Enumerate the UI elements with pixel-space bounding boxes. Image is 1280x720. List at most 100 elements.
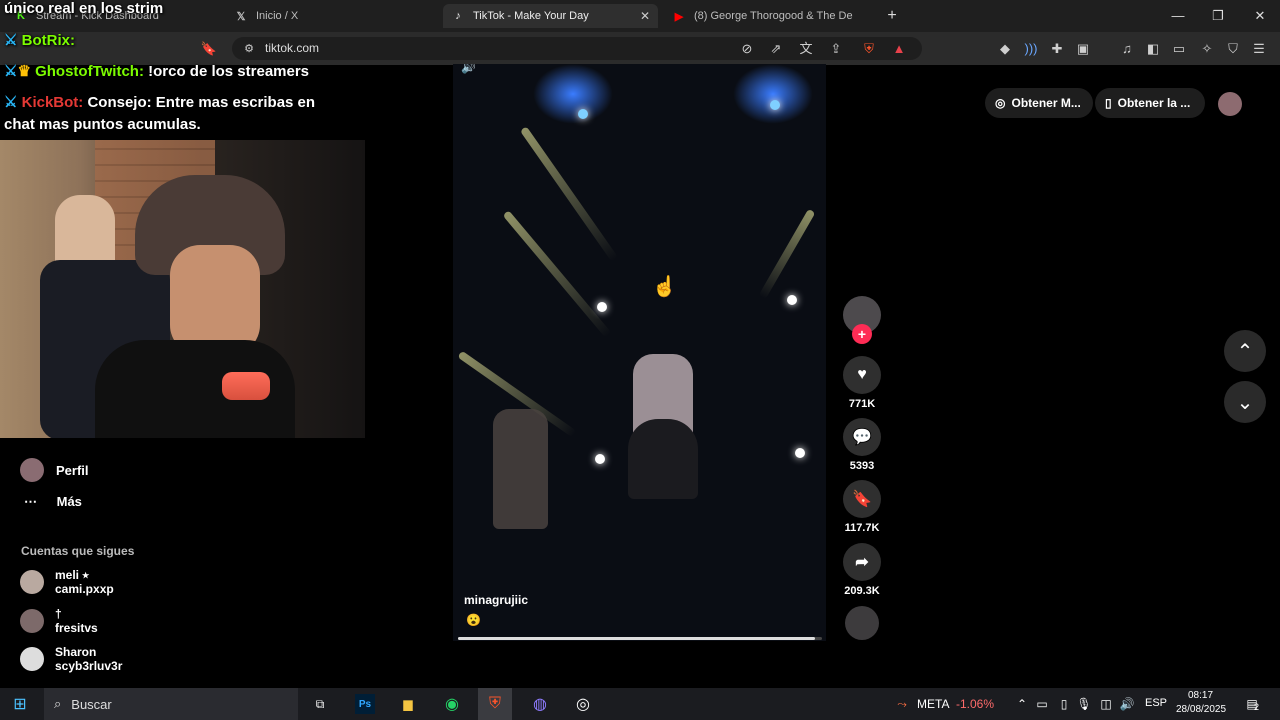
get-app-button[interactable]: ▯ Obtener la ...: [1095, 88, 1205, 118]
following-heading: Cuentas que sigues: [21, 544, 135, 558]
bookmark-icon[interactable]: 🔖: [200, 40, 218, 58]
chat-username: GhostofTwitch:: [35, 63, 144, 80]
volume-icon[interactable]: 🔊: [1117, 694, 1137, 714]
wifi-icon[interactable]: ◫: [1096, 694, 1116, 714]
sidebar-item-more[interactable]: ⋯ Más: [24, 494, 82, 510]
no-cast-icon[interactable]: ⊘: [738, 40, 756, 58]
windows-start-icon[interactable]: ⊞: [10, 694, 30, 714]
microphone: [222, 372, 270, 400]
webcam-overlay: [0, 140, 365, 438]
next-video-button[interactable]: ⌄: [1224, 381, 1266, 423]
battery-icon[interactable]: ▯: [1054, 694, 1074, 714]
sidebar-toggle-icon[interactable]: ◧: [1144, 40, 1162, 58]
share-button[interactable]: ➦ 209.3K: [842, 543, 882, 597]
button-label: Obtener M...: [1011, 96, 1081, 110]
chat-line: ⚔ KickBot: Consejo: Entre mas escribas e…: [4, 93, 315, 111]
brave-rewards-icon[interactable]: ▲: [890, 40, 908, 58]
tab-tiktok[interactable]: ♪ TikTok - Make Your Day ✕: [443, 4, 658, 28]
close-tab-icon[interactable]: ✕: [640, 9, 650, 23]
bookmark-icon: 🔖: [843, 480, 881, 518]
screenshot-icon[interactable]: ▣: [1074, 40, 1092, 58]
translate-icon[interactable]: 文: [797, 40, 815, 58]
site-info-icon[interactable]: ⚙: [240, 40, 258, 58]
obs-icon[interactable]: ◎: [573, 694, 593, 714]
like-count: 771K: [848, 398, 876, 410]
following-name: meli ⭒: [55, 568, 89, 582]
language-indicator[interactable]: ESP: [1145, 697, 1167, 709]
more-dots-icon: ⋯: [24, 494, 37, 509]
light-dot: [770, 100, 780, 110]
following-handle: fresitvs: [55, 621, 98, 635]
vpn-shield-icon[interactable]: ⛉: [1224, 40, 1242, 58]
brave-shield-icon[interactable]: ⛨: [860, 40, 878, 58]
brave-taskbar-icon[interactable]: ⛨: [478, 688, 512, 720]
stock-name: META: [917, 697, 950, 711]
stock-change: -1.06%: [956, 697, 995, 711]
sword-icon: ⚔: [4, 63, 18, 80]
new-tab-button[interactable]: +: [882, 6, 902, 26]
volume-icon[interactable]: 🔊: [461, 64, 476, 74]
comment-button[interactable]: 💬 5393: [842, 418, 882, 472]
music-disc[interactable]: [842, 606, 882, 644]
close-window-button[interactable]: ✕: [1250, 6, 1270, 26]
share-icon[interactable]: ⇪: [827, 40, 845, 58]
taskbar-search[interactable]: ⌕ Buscar: [44, 688, 298, 720]
clock-date[interactable]: 28/08/2025: [1176, 704, 1226, 715]
x-logo-icon: 𝕏: [236, 10, 246, 23]
ai-sparkle-icon[interactable]: ✧: [1198, 40, 1216, 58]
tab-youtube[interactable]: ▶ (8) George Thorogood & The De: [664, 4, 874, 28]
video-progress-track[interactable]: [458, 637, 822, 640]
chat-username: KickBot:: [21, 94, 84, 111]
video-player[interactable]: 🔊: [453, 64, 826, 641]
chevron-up-icon[interactable]: ⌃: [1012, 694, 1032, 714]
user-avatar[interactable]: [1218, 92, 1242, 116]
get-coins-button[interactable]: ◎ Obtener M...: [985, 88, 1093, 118]
save-button[interactable]: 🔖 117.7K: [842, 480, 882, 534]
video-author[interactable]: minagrujiic: [464, 593, 528, 607]
maximize-button[interactable]: ❐: [1208, 6, 1228, 26]
wallet-icon[interactable]: ▭: [1170, 40, 1188, 58]
dancer: [493, 409, 548, 529]
clock-time[interactable]: 08:17: [1188, 690, 1213, 701]
extensions-icon[interactable]: ✚: [1048, 40, 1066, 58]
discord-icon[interactable]: ◍: [530, 694, 550, 714]
minimize-button[interactable]: —: [1168, 6, 1188, 26]
light-dot: [795, 448, 805, 458]
chat-line: ⚔♛ GhostofTwitch: !orco de los streamers: [4, 62, 309, 80]
file-explorer-icon[interactable]: ▆: [398, 694, 418, 714]
streamer-face: [170, 245, 260, 355]
tab-x[interactable]: 𝕏 Inicio / X: [226, 4, 436, 28]
leo-icon[interactable]: ))): [1022, 40, 1040, 58]
microphone-icon[interactable]: 🎙: [1074, 694, 1094, 714]
avatar: [20, 647, 44, 671]
stage-light-blue: [733, 64, 813, 124]
sidebar-item-profile[interactable]: Perfil: [20, 458, 89, 482]
media-icon[interactable]: ♫: [1118, 40, 1136, 58]
author-avatar[interactable]: +: [842, 296, 882, 344]
whatsapp-icon[interactable]: ◉: [442, 694, 462, 714]
tab-label: Inicio / X: [256, 10, 299, 22]
menu-icon[interactable]: ☰: [1250, 40, 1268, 58]
browser-toolbar: 🔖 ⚙ tiktok.com ⊘ ⇗ 文 ⇪ ⛨ ▲ ◆ ))) ✚ ▣ ♫ ◧…: [0, 32, 1280, 65]
task-view-icon[interactable]: ⧉: [310, 694, 330, 714]
search-label: Buscar: [71, 696, 112, 712]
chevron-up-icon: ⌃: [1236, 340, 1254, 363]
like-button[interactable]: ♥ 771K: [842, 356, 882, 410]
sword-icon: ⚔: [4, 94, 18, 111]
following-name: Sharon: [55, 645, 97, 659]
wallet-diamond-icon[interactable]: ◆: [996, 40, 1014, 58]
previous-video-button[interactable]: ⌃: [1224, 330, 1266, 372]
follow-plus-icon[interactable]: +: [852, 324, 872, 344]
address-bar[interactable]: ⚙ tiktok.com ⊘ ⇗ 文 ⇪ ⛨ ▲: [232, 37, 922, 60]
open-external-icon[interactable]: ⇗: [767, 40, 785, 58]
hand-cursor-icon: ☝: [652, 276, 677, 298]
windows-taskbar: ⊞ ⌕ Buscar ⧉ Ps ▆ ◉ ⛨ ◍ ◎ ⤳ META -1.06% …: [0, 688, 1280, 720]
photoshop-icon[interactable]: Ps: [355, 694, 375, 714]
overlay-title: único real en los strim: [4, 0, 164, 17]
network-icon[interactable]: ▭: [1032, 694, 1052, 714]
sidebar-item-label: Perfil: [56, 462, 89, 478]
share-count: 209.3K: [844, 585, 880, 597]
coin-icon: ◎: [995, 96, 1006, 110]
light-dot: [597, 302, 607, 312]
chat-message: !orco de los streamers: [148, 63, 310, 80]
